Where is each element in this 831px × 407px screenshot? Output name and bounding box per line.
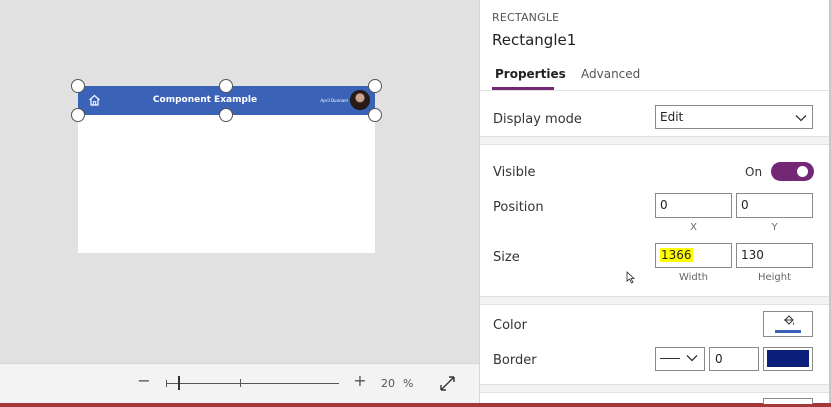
chevron-down-icon[interactable] (686, 354, 698, 362)
zoom-slider-start-tick (166, 380, 167, 387)
section-separator (480, 384, 829, 393)
border-label: Border (493, 353, 537, 368)
visible-label: Visible (493, 165, 536, 180)
position-x-input[interactable]: 0 (655, 193, 732, 218)
bottom-accent-bar (0, 403, 831, 407)
zoom-unit: % (403, 377, 414, 390)
user-avatar (350, 90, 370, 110)
zoom-slider-thumb[interactable] (178, 376, 180, 390)
border-color-swatch (767, 350, 809, 367)
section-separator (480, 136, 829, 145)
zoom-value: 20 (381, 377, 395, 390)
tab-properties[interactable]: Properties (495, 67, 566, 81)
header-title: Component Example (152, 95, 258, 105)
zoom-slider-track[interactable] (166, 383, 339, 384)
size-width-value: 1366 (660, 248, 693, 262)
position-x-caption: X (690, 222, 697, 233)
size-label: Size (493, 250, 520, 265)
selection-handle-bottom-center[interactable] (219, 108, 233, 122)
section-separator (480, 296, 829, 305)
selection-handle-bottom-left[interactable] (71, 108, 85, 122)
zoom-in-button[interactable]: + (351, 371, 369, 391)
zoom-slider-mid-tick (240, 379, 241, 387)
home-icon[interactable] (88, 94, 101, 106)
zoom-out-button[interactable]: − (136, 371, 152, 391)
size-height-caption: Height (757, 272, 792, 283)
user-name: April Dunnam (320, 98, 348, 103)
color-swatch-bar (775, 330, 801, 333)
size-height-input[interactable]: 130 (736, 243, 813, 268)
position-label: Position (493, 200, 544, 215)
border-width-input[interactable]: 0 (709, 347, 759, 371)
selection-handle-top-right[interactable] (368, 79, 382, 93)
tab-advanced[interactable]: Advanced (581, 67, 640, 81)
tab-divider (480, 90, 829, 91)
mouse-cursor-icon (626, 271, 635, 284)
control-name[interactable]: Rectangle1 (492, 31, 576, 49)
display-mode-label: Display mode (493, 112, 582, 127)
position-y-caption: Y (771, 222, 778, 233)
border-style-line-preview (660, 358, 680, 359)
visible-toggle-knob[interactable] (797, 166, 808, 177)
display-mode-dropdown[interactable]: Edit (655, 105, 813, 129)
fullscreen-icon[interactable] (439, 375, 456, 392)
size-width-caption: Width (678, 272, 709, 283)
paint-bucket-icon (784, 315, 794, 325)
size-width-input[interactable]: 1366 (655, 243, 732, 268)
selection-handle-top-center[interactable] (219, 79, 233, 93)
selection-handle-bottom-right[interactable] (368, 108, 382, 122)
color-label: Color (493, 318, 527, 333)
control-type: RECTANGLE (492, 11, 560, 24)
position-y-input[interactable]: 0 (736, 193, 813, 218)
chevron-down-icon[interactable] (795, 114, 807, 122)
next-property-control[interactable] (763, 398, 813, 404)
selection-handle-top-left[interactable] (71, 79, 85, 93)
visible-state-text: On (745, 165, 763, 179)
